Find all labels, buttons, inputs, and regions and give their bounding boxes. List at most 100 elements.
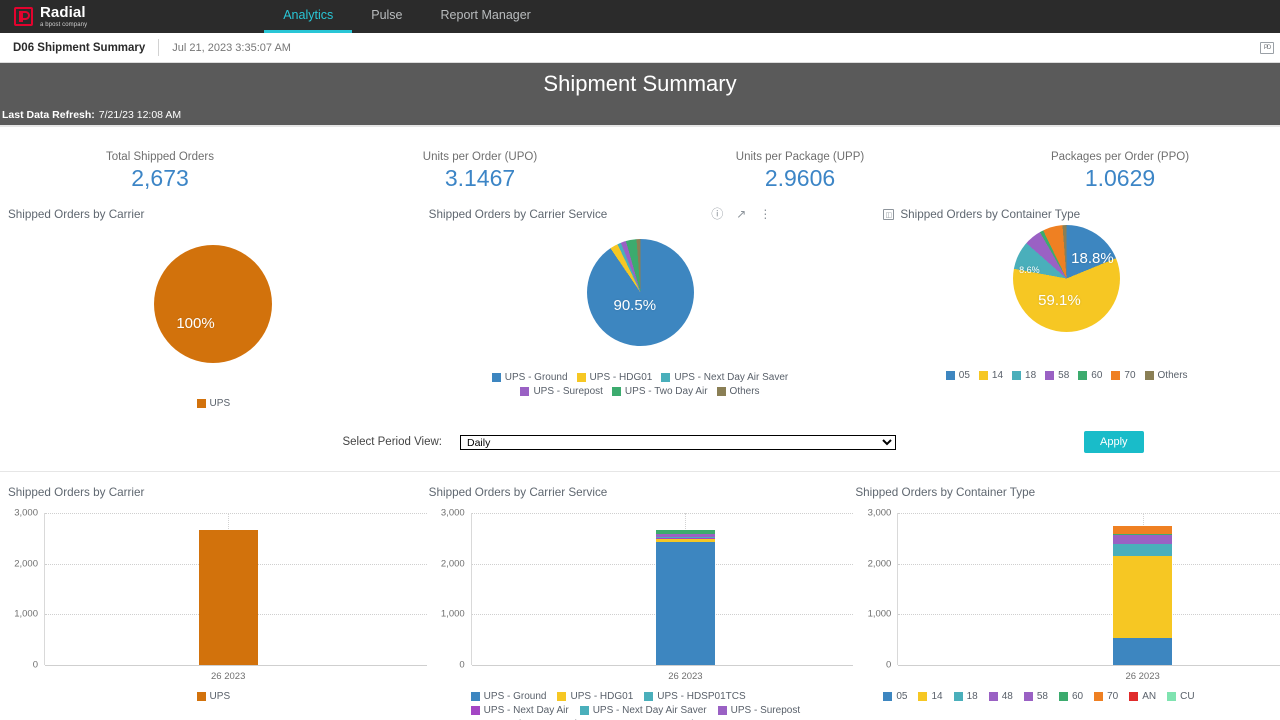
expand-icon[interactable]: ↗: [736, 208, 746, 220]
bar-legend-container-type: 05 14 18 48 58 60 70 AN CU: [853, 691, 1280, 702]
bar[interactable]: [1113, 526, 1172, 665]
legend-item[interactable]: 05: [946, 370, 970, 381]
legend-item[interactable]: UPS - Surepost: [718, 705, 800, 716]
pie-data-label: 8.6%: [1019, 265, 1040, 275]
legend-item[interactable]: 60: [1078, 370, 1102, 381]
y-axis-tick: 1,000: [441, 609, 465, 620]
kpi-value: 3.1467: [320, 165, 640, 192]
pie-charts-row: Shipped Orders by Carrier 100% UPS Shipp…: [0, 208, 1280, 409]
legend-swatch: [471, 692, 480, 701]
legend-item[interactable]: UPS - HDG01: [577, 372, 653, 383]
bar-segment[interactable]: [199, 530, 258, 665]
kpi-row: Total Shipped Orders 2,673 Units per Ord…: [0, 127, 1280, 192]
breadcrumb-title[interactable]: D06 Shipment Summary: [0, 42, 145, 54]
legend-item[interactable]: 70: [1094, 691, 1118, 702]
gridline: [472, 513, 854, 514]
legend-item[interactable]: AN: [1129, 691, 1156, 702]
pie-chart-container-type[interactable]: 18.8%59.1%8.6%: [1013, 225, 1120, 332]
legend-item[interactable]: Others: [717, 386, 760, 397]
legend-item[interactable]: 58: [1024, 691, 1048, 702]
bar[interactable]: [656, 530, 715, 665]
legend-item[interactable]: 05: [883, 691, 907, 702]
breadcrumb: D06 Shipment Summary Jul 21, 2023 3:35:0…: [0, 33, 1280, 63]
legend-item[interactable]: UPS - Next Day Air: [471, 705, 569, 716]
legend-item[interactable]: UPS - Two Day Air: [612, 386, 708, 397]
legend-item[interactable]: UPS - Surepost: [520, 386, 602, 397]
legend-swatch: [471, 706, 480, 715]
legend-label: UPS - HDG01: [570, 691, 633, 702]
bar-segment[interactable]: [1113, 535, 1172, 543]
apply-button[interactable]: Apply: [1084, 431, 1144, 453]
legend-swatch: [989, 692, 998, 701]
legend-item[interactable]: UPS - HDG01: [557, 691, 633, 702]
legend-swatch: [1059, 692, 1068, 701]
legend-item[interactable]: 58: [1045, 370, 1069, 381]
kpi-label: Packages per Order (PPO): [960, 151, 1280, 163]
legend-label: Others: [730, 386, 760, 397]
bar-segment[interactable]: [656, 542, 715, 665]
page-title-banner: Shipment Summary: [0, 63, 1280, 105]
legend-swatch: [661, 373, 670, 382]
widget-toolbar: ⓘ ↗ ⋮: [711, 208, 771, 220]
widget-title: Shipped Orders by Carrier: [0, 486, 427, 499]
legend-item[interactable]: UPS - Next Day Air Saver: [661, 372, 788, 383]
legend-item[interactable]: UPS: [197, 398, 231, 409]
bar-chart-container-type[interactable]: 3,0002,0001,000026 2023: [853, 513, 1280, 665]
legend-item[interactable]: 48: [989, 691, 1013, 702]
legend-swatch: [197, 692, 206, 701]
legend-item[interactable]: 14: [918, 691, 942, 702]
pie-chart-carrier-service[interactable]: 90.5%: [587, 239, 694, 346]
pie-chart-carrier[interactable]: 100%: [154, 245, 272, 363]
legend-item[interactable]: CU: [1167, 691, 1194, 702]
bar-legend-carrier: UPS: [0, 691, 427, 702]
legend-label: UPS - Ground: [484, 691, 547, 702]
widget-title: Shipped Orders by Container Type: [853, 486, 1280, 499]
legend-item[interactable]: 60: [1059, 691, 1083, 702]
legend-item[interactable]: Others: [1145, 370, 1188, 381]
gridline: [898, 614, 1280, 615]
y-axis-tick: 0: [459, 660, 464, 671]
tab-analytics[interactable]: Analytics: [264, 0, 352, 33]
legend-swatch: [883, 692, 892, 701]
pie-legend-carrier: UPS: [98, 398, 328, 409]
bar-legend-carrier-service: UPS - Ground UPS - HDG01 UPS - HDSP01TCS UP…: [427, 691, 854, 720]
legend-item[interactable]: 70: [1111, 370, 1135, 381]
x-axis-label: 26 2023: [668, 671, 702, 682]
tab-pulse[interactable]: Pulse: [352, 0, 421, 33]
tab-report-manager[interactable]: Report Manager: [422, 0, 550, 33]
legend-item[interactable]: UPS - Next Day Air Saver: [580, 705, 707, 716]
plot-grid: 26 2023: [897, 513, 1280, 665]
legend-swatch: [718, 706, 727, 715]
legend-swatch: [979, 371, 988, 380]
kpi-value: 2,673: [0, 165, 320, 192]
legend-item[interactable]: UPS - Ground: [471, 691, 547, 702]
bar-segment[interactable]: [1113, 638, 1172, 665]
y-axis: 3,0002,0001,0000: [853, 513, 897, 665]
legend-item[interactable]: UPS: [197, 691, 231, 702]
image-export-icon[interactable]: PD: [1260, 42, 1274, 54]
legend-item[interactable]: 18: [954, 691, 978, 702]
legend-item[interactable]: UPS - HDSP01TCS: [644, 691, 745, 702]
bar-segment[interactable]: [1113, 556, 1172, 638]
period-view-select[interactable]: DailyWeeklyMonthlyQuarterlyYearly: [460, 435, 896, 450]
bar-chart-carrier[interactable]: 3,0002,0001,000026 2023: [0, 513, 427, 665]
bar-chart-carrier-service[interactable]: 3,0002,0001,000026 2023: [427, 513, 854, 665]
brand-logo[interactable]: Radial a bpost company: [0, 0, 87, 33]
legend-label: 60: [1072, 691, 1083, 702]
legend-item[interactable]: 18: [1012, 370, 1036, 381]
kpi-value: 1.0629: [960, 165, 1280, 192]
legend-item[interactable]: 14: [979, 370, 1003, 381]
legend-swatch: [492, 373, 501, 382]
bar-segment[interactable]: [1113, 544, 1172, 556]
bar[interactable]: [199, 530, 258, 665]
gridline: [898, 564, 1280, 565]
legend-swatch: [954, 692, 963, 701]
legend-swatch: [1129, 692, 1138, 701]
bar-segment[interactable]: [1113, 526, 1172, 534]
legend-item[interactable]: UPS - Ground: [492, 372, 568, 383]
more-options-icon[interactable]: ⋮: [759, 208, 771, 220]
gridline: [898, 665, 1280, 666]
pie-data-label: 59.1%: [1038, 292, 1081, 309]
info-icon[interactable]: ⓘ: [711, 208, 723, 220]
brand-tagline: a bpost company: [40, 22, 87, 28]
